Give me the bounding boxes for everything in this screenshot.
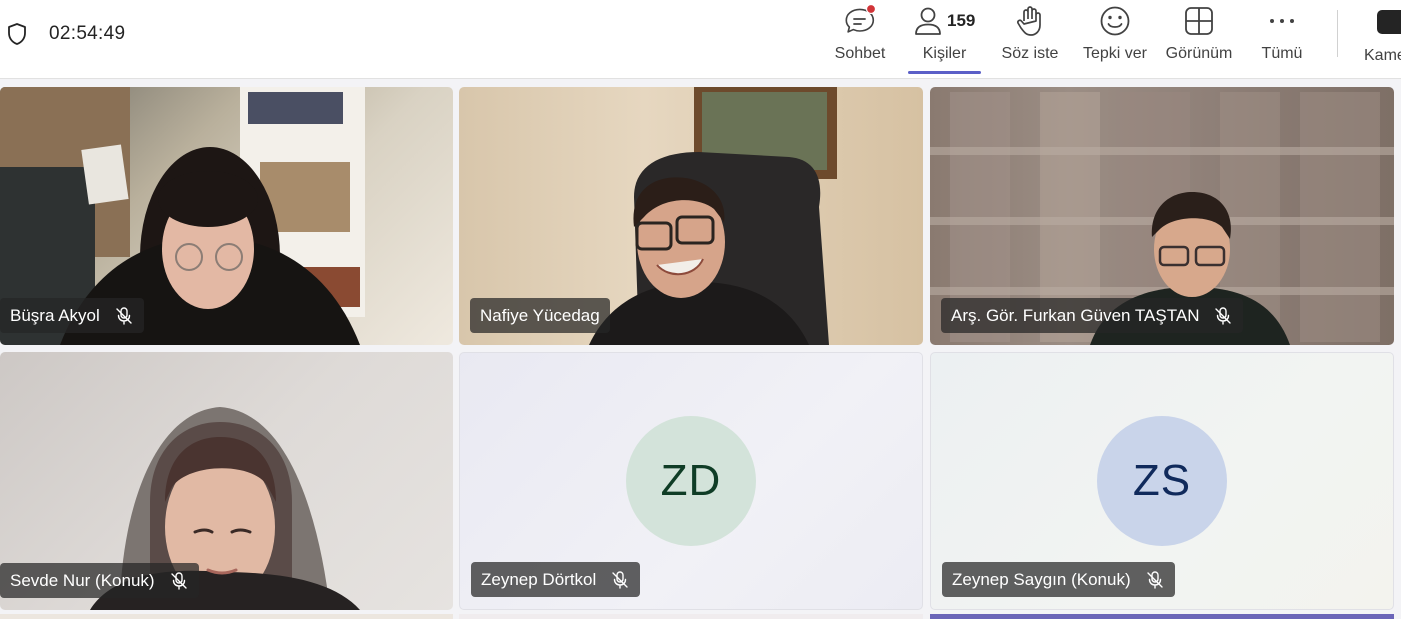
chat-label: Sohbet xyxy=(834,45,886,62)
mic-off-icon xyxy=(1146,570,1163,589)
chat-button[interactable]: Sohbet xyxy=(826,4,894,74)
raise-hand-button[interactable]: Söz iste xyxy=(1000,4,1060,74)
participant-name: Zeynep Saygın (Konuk) xyxy=(952,569,1131,589)
camera-label[interactable]: Kame xyxy=(1364,47,1401,65)
participant-tile[interactable]: ZD Zeynep Dörtkol xyxy=(459,352,923,610)
participant-avatar: ZD xyxy=(626,416,756,546)
participant-name-tag: Sevde Nur (Konuk) xyxy=(0,563,199,598)
raise-hand-label: Söz iste xyxy=(1001,45,1059,62)
more-icon xyxy=(1270,19,1294,23)
participant-tile[interactable]: Büşra Akyol xyxy=(0,87,453,345)
participant-name: Büşra Akyol xyxy=(10,305,100,325)
chat-icon xyxy=(845,4,877,33)
more-label: Tümü xyxy=(1261,45,1303,62)
react-button[interactable]: Tepki ver xyxy=(1081,4,1149,74)
mic-off-icon xyxy=(170,571,187,590)
smile-icon xyxy=(1100,6,1130,36)
mic-off-icon xyxy=(116,306,132,325)
participant-tile[interactable]: Nafiye Yücedag xyxy=(459,87,923,345)
participant-tile-partial xyxy=(930,614,1394,619)
shield-icon[interactable] xyxy=(6,22,28,46)
participant-tile-partial xyxy=(0,614,453,619)
participant-tile[interactable]: Sevde Nur (Konuk) xyxy=(0,352,453,610)
meeting-timer: 02:54:49 xyxy=(49,23,126,44)
participant-name: Nafiye Yücedag xyxy=(480,305,600,325)
camera-icon[interactable] xyxy=(1377,10,1401,34)
mic-off-icon xyxy=(1215,306,1232,325)
participant-tile[interactable]: Arş. Gör. Furkan Güven TAŞTAN xyxy=(930,87,1394,345)
meeting-toolbar: 02:54:49 Sohbet Kişiler 159 Söz iste Tep… xyxy=(0,0,1401,79)
raise-hand-icon xyxy=(1017,6,1041,36)
notification-dot xyxy=(865,4,877,15)
participant-name-tag: Nafiye Yücedag xyxy=(470,298,610,333)
participant-name-tag: Zeynep Saygın (Konuk) xyxy=(942,562,1175,597)
participant-name-tag: Zeynep Dörtkol xyxy=(471,562,641,597)
participant-name: Arş. Gör. Furkan Güven TAŞTAN xyxy=(951,305,1200,325)
more-button[interactable]: Tümü xyxy=(1256,4,1308,74)
participant-avatar: ZS xyxy=(1097,416,1227,546)
view-label: Görünüm xyxy=(1165,45,1233,62)
grid-view-icon xyxy=(1185,7,1213,35)
view-button[interactable]: Görünüm xyxy=(1163,4,1235,74)
participant-name-tag: Büşra Akyol xyxy=(0,298,144,333)
active-tab-indicator xyxy=(908,71,981,74)
participant-tile-partial xyxy=(459,614,923,619)
participant-tile[interactable]: ZS Zeynep Saygın (Konuk) xyxy=(930,352,1394,610)
people-icon xyxy=(915,7,941,35)
toolbar-divider xyxy=(1337,10,1338,57)
react-label: Tepki ver xyxy=(1082,45,1148,62)
people-count-badge: 159 xyxy=(947,11,976,30)
participant-name: Zeynep Dörtkol xyxy=(481,569,597,589)
participant-name: Sevde Nur (Konuk) xyxy=(10,570,155,590)
mic-off-icon xyxy=(612,570,628,589)
people-label: Kişiler xyxy=(922,45,967,62)
participant-name-tag: Arş. Gör. Furkan Güven TAŞTAN xyxy=(941,298,1244,333)
